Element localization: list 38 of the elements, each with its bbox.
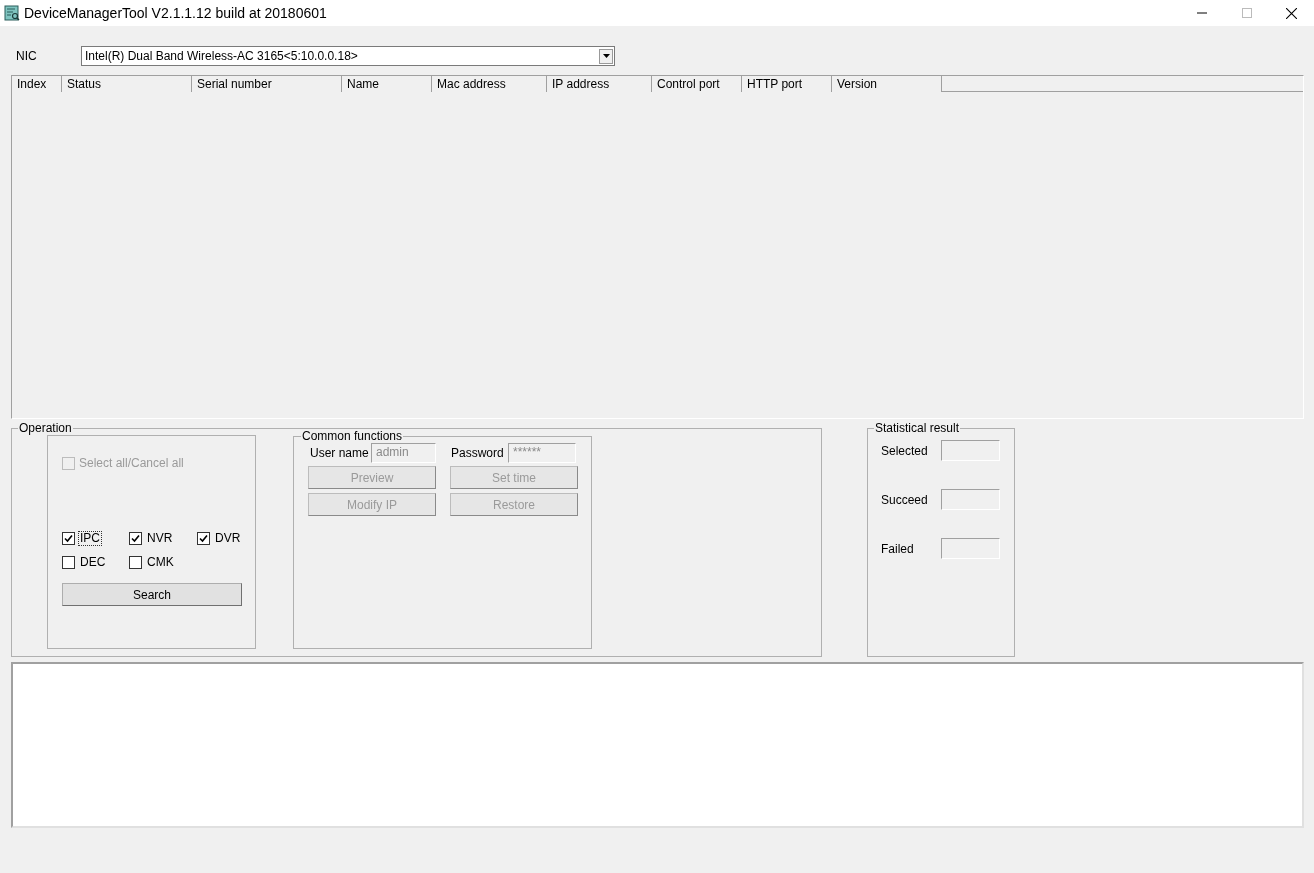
app-icon (4, 5, 20, 21)
column-header[interactable]: Control port (652, 76, 742, 92)
field-label: Failed (881, 540, 915, 558)
checkbox-label: CMK (146, 554, 175, 570)
column-header[interactable]: Index (12, 76, 62, 92)
nic-dropdown[interactable]: Intel(R) Dual Band Wireless-AC 3165<5:10.0.0.18> (81, 46, 615, 66)
field-label: Password (451, 445, 505, 462)
result-field (941, 440, 1000, 461)
checkbox-label: DEC (79, 554, 107, 570)
column-header[interactable]: Name (342, 76, 432, 92)
checkbox-label: Select all/Cancel all (79, 455, 184, 472)
checkbox-label: DVR (214, 530, 242, 546)
column-header[interactable]: Serial number (192, 76, 342, 92)
checkbox[interactable] (129, 531, 142, 545)
close-icon (1286, 7, 1297, 19)
window-title: DeviceManagerTool V2.1.1.12 build at 20180601 (24, 3, 327, 23)
search-button[interactable]: Search (62, 583, 242, 606)
column-header[interactable]: Mac address (432, 76, 547, 92)
field-label: User name (310, 445, 370, 462)
checkbox-label: IPC (78, 530, 102, 546)
maximize-icon (1241, 8, 1252, 18)
checkbox[interactable] (129, 555, 142, 569)
result-field (941, 489, 1000, 510)
column-header[interactable]: HTTP port (742, 76, 832, 92)
result-field (941, 538, 1000, 559)
checkbox[interactable] (62, 531, 75, 545)
checkbox-label: NVR (146, 530, 174, 546)
field-label: Succeed (881, 491, 929, 509)
group-title: Operation (18, 421, 73, 435)
checkbox[interactable] (62, 555, 75, 569)
column-header[interactable]: IP address (547, 76, 652, 92)
column-header[interactable]: Version (832, 76, 942, 92)
field-label: Selected (881, 442, 929, 460)
group-title: Common functions (301, 429, 404, 443)
column-header[interactable]: Status (62, 76, 192, 92)
checkbox[interactable] (197, 531, 210, 545)
nic-label: NIC (16, 48, 38, 65)
group-title: Statistical result (874, 421, 961, 435)
